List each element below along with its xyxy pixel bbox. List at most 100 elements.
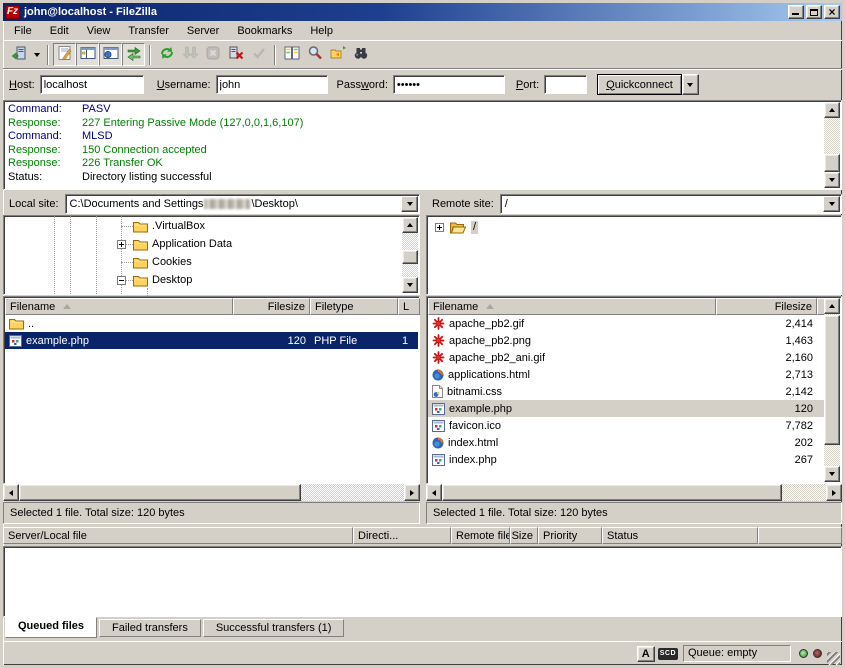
column-header-filename[interactable]: Filename — [428, 298, 716, 315]
scroll-thumb[interactable] — [19, 484, 301, 501]
scroll-thumb[interactable] — [442, 484, 782, 501]
file-row[interactable]: apache_pb2.png1,463 — [428, 332, 824, 349]
toolbar-button-disconnect[interactable] — [224, 43, 247, 66]
tree-expander[interactable] — [435, 223, 444, 235]
app-icon[interactable]: Fz — [5, 5, 20, 19]
scroll-down-button[interactable] — [824, 466, 840, 482]
menu-view[interactable]: View — [78, 23, 120, 39]
queue-column-header-priority[interactable]: Priority — [538, 527, 602, 544]
file-cell-size: 267 — [716, 451, 817, 468]
process-queue-icon — [182, 45, 198, 64]
queue-column-header-directi[interactable]: Directi... — [353, 527, 451, 544]
minimize-button[interactable] — [788, 5, 804, 19]
scroll-thumb[interactable] — [824, 315, 840, 445]
tree-item-cookies[interactable]: Cookies — [4, 254, 401, 271]
queue-column-headers: Server/Local fileDirecti...Remote fileSi… — [3, 527, 842, 546]
close-button[interactable]: × — [824, 5, 840, 19]
file-row[interactable]: apache_pb2.gif2,414 — [428, 315, 824, 332]
scroll-right-button[interactable] — [826, 484, 842, 501]
tab-successful-transfers-1[interactable]: Successful transfers (1) — [203, 619, 345, 637]
queue-column-header-server-local-file[interactable]: Server/Local file — [3, 527, 353, 544]
scroll-down-button[interactable] — [824, 172, 840, 188]
column-header-l[interactable]: L — [398, 298, 420, 315]
scroll-up-button[interactable] — [824, 298, 840, 314]
tree-item-application-data[interactable]: Application Data — [4, 236, 401, 253]
file-row[interactable]: index.html202 — [428, 434, 824, 451]
scroll-left-button[interactable] — [3, 484, 19, 501]
menu-file[interactable]: File — [5, 23, 41, 39]
log-scrollbar[interactable] — [824, 102, 840, 188]
tree-item-virtualbox[interactable]: .VirtualBox — [4, 218, 401, 235]
toolbar-button-toggle-remote-tree[interactable] — [99, 43, 122, 66]
menu-server[interactable]: Server — [178, 23, 228, 39]
quickconnect-dropdown-button[interactable] — [682, 74, 699, 95]
scroll-up-button[interactable] — [402, 217, 418, 233]
toolbar-button-find-files[interactable] — [349, 43, 372, 66]
remote-list-hscrollbar[interactable] — [426, 484, 842, 501]
remote-site-bar: Remote site: / — [426, 193, 842, 214]
queue-list[interactable] — [3, 546, 842, 617]
toolbar-button-process-queue[interactable] — [178, 43, 201, 66]
toolbar-button-cancel-operation[interactable] — [201, 43, 224, 66]
quickconnect-button[interactable]: Quickconnect — [597, 74, 682, 95]
file-row[interactable]: .. — [5, 315, 418, 332]
remote-site-dropdown-button[interactable] — [823, 196, 840, 212]
tab-failed-transfers[interactable]: Failed transfers — [99, 619, 201, 637]
file-row[interactable]: index.php267 — [428, 451, 824, 468]
column-header-filetype[interactable]: Filetype — [310, 298, 398, 315]
tree-item-root[interactable]: / — [427, 219, 823, 236]
tree-expander[interactable] — [117, 276, 126, 288]
log-line-text: 150 Connection accepted — [82, 144, 207, 158]
column-header-filesize[interactable]: Filesize — [233, 298, 310, 315]
toolbar-button-directory-comparison[interactable] — [280, 43, 303, 66]
password-input[interactable] — [393, 75, 505, 94]
resize-grip[interactable] — [827, 652, 840, 665]
toolbar-button-toggle-transfer-queue[interactable] — [122, 43, 145, 66]
port-input[interactable] — [544, 75, 587, 94]
local-tree-scrollbar[interactable] — [402, 217, 418, 293]
maximize-button[interactable] — [806, 5, 822, 19]
tab-queued-files[interactable]: Queued files — [5, 617, 97, 638]
local-site-dropdown-button[interactable] — [401, 196, 418, 212]
column-header-filename[interactable]: Filename — [5, 298, 233, 315]
local-selection-status: Selected 1 file. Total size: 120 bytes — [3, 502, 420, 524]
toolbar-button-toggle-local-tree[interactable] — [76, 43, 99, 66]
file-row[interactable]: favicon.ico7,782 — [428, 417, 824, 434]
queue-column-header-status[interactable]: Status — [602, 527, 758, 544]
title-bar[interactable]: Fz john@localhost - FileZilla × — [3, 3, 842, 21]
queue-column-header-size[interactable]: Size — [510, 527, 538, 544]
toolbar-button-reconnect[interactable] — [247, 43, 270, 66]
scroll-thumb[interactable] — [824, 154, 840, 172]
menu-bookmarks[interactable]: Bookmarks — [228, 23, 301, 39]
toolbar-button-toggle-message-log[interactable] — [53, 43, 76, 66]
remote-list-scrollbar[interactable] — [824, 298, 840, 482]
scroll-down-button[interactable] — [402, 277, 418, 293]
menu-edit[interactable]: Edit — [41, 23, 78, 39]
toolbar-button-filename-filters[interactable] — [303, 43, 326, 66]
toolbar-button-site-manager[interactable] — [7, 43, 30, 66]
file-row[interactable]: apache_pb2_ani.gif2,160 — [428, 349, 824, 366]
menu-help[interactable]: Help — [301, 23, 342, 39]
toolbar-button-site-manager-dropdown[interactable] — [30, 43, 43, 66]
queue-column-header-remote-file[interactable]: Remote file — [451, 527, 510, 544]
toolbar-button-refresh[interactable] — [155, 43, 178, 66]
username-input[interactable] — [216, 75, 328, 94]
column-header-filesize[interactable]: Filesize — [716, 298, 817, 315]
file-row[interactable]: example.php120 — [428, 400, 824, 417]
local-list-hscrollbar[interactable] — [3, 484, 420, 501]
tree-item-desktop[interactable]: Desktop — [4, 272, 401, 289]
local-site-combobox[interactable]: C:\Documents and Settings\Desktop\ — [65, 194, 420, 214]
file-row[interactable]: applications.html2,713 — [428, 366, 824, 383]
host-input[interactable] — [40, 75, 144, 94]
scroll-right-button[interactable] — [404, 484, 420, 501]
menu-transfer[interactable]: Transfer — [119, 23, 178, 39]
scroll-thumb[interactable] — [402, 250, 418, 264]
scroll-up-button[interactable] — [824, 102, 840, 118]
file-row[interactable]: example.php120PHP File1 — [5, 332, 418, 349]
firefox-html-icon — [432, 437, 444, 449]
scroll-left-button[interactable] — [426, 484, 442, 501]
remote-site-combobox[interactable]: / — [500, 194, 842, 214]
tree-expander[interactable] — [117, 240, 126, 252]
file-row[interactable]: bitnami.css2,142 — [428, 383, 824, 400]
toolbar-button-synchronized-browsing[interactable] — [326, 43, 349, 66]
